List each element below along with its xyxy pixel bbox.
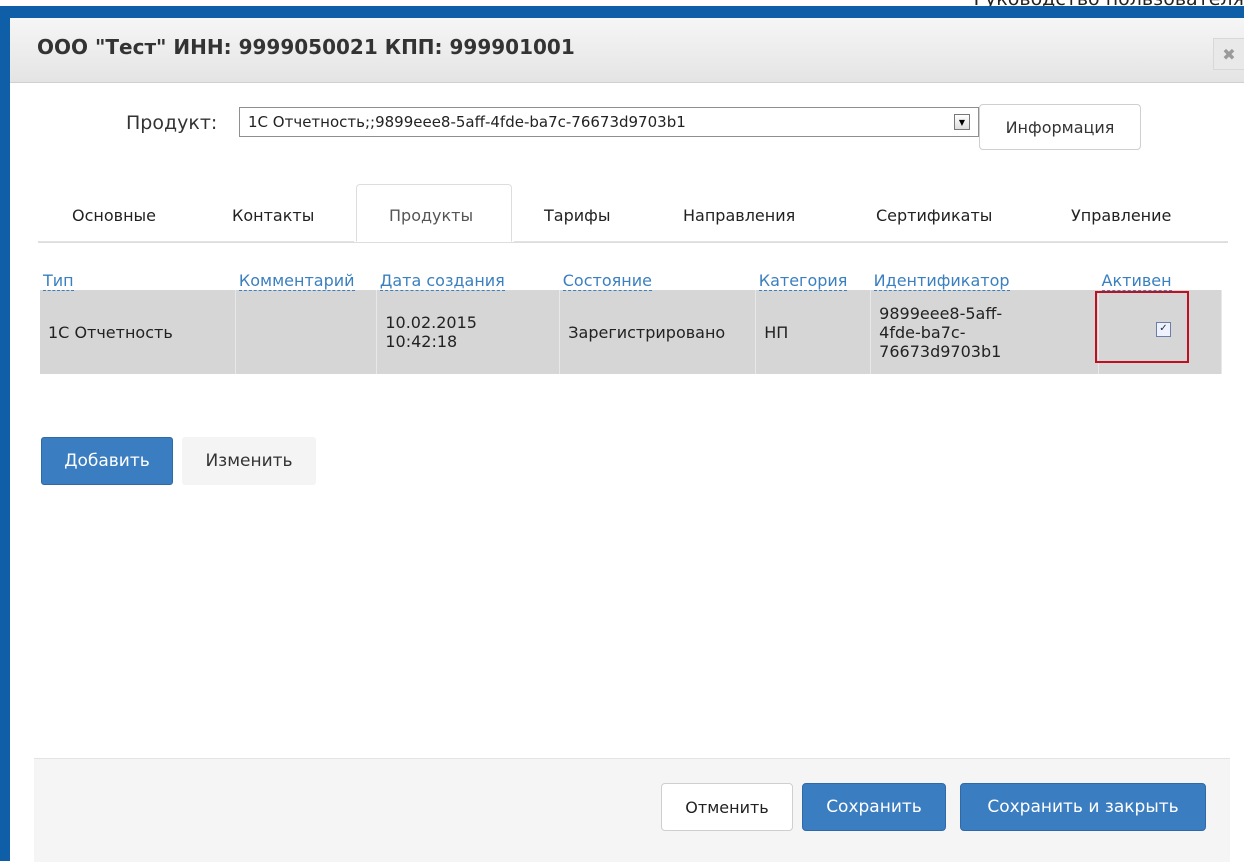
cell-created: 10.02.2015 10:42:18: [376, 290, 561, 374]
save-and-close-button[interactable]: Сохранить и закрыть: [960, 783, 1206, 831]
tab-products-label: Продукты: [389, 206, 474, 225]
tab-products[interactable]: Продукты: [356, 184, 512, 242]
column-header-comment[interactable]: Комментарий: [236, 258, 377, 291]
cancel-button[interactable]: Отменить: [661, 783, 793, 831]
edit-button[interactable]: Изменить: [182, 437, 316, 485]
cell-created-time: 10:42:18: [385, 332, 458, 351]
tab-divider: [38, 241, 354, 242]
active-highlight-box: [1095, 291, 1189, 363]
dialog-footer: Отменить Сохранить Сохранить и закрыть: [34, 758, 1230, 862]
cell-created-date: 10.02.2015: [385, 313, 477, 332]
product-label: Продукт:: [126, 112, 218, 134]
cell-identifier-line: 9899eee8-5aff-: [879, 303, 1003, 323]
dialog-title-bar: ООО "Тест" ИНН: 9999050021 КПП: 99990100…: [10, 18, 1244, 83]
tab-certificates[interactable]: Сертификаты: [876, 206, 992, 225]
dialog: ООО "Тест" ИНН: 9999050021 КПП: 99990100…: [10, 18, 1244, 862]
cell-comment: [235, 290, 378, 374]
cell-type: 1С Отчетность: [40, 290, 237, 374]
product-row: Продукт: 1С Отчетность;;9899eee8-5aff-4f…: [10, 104, 1244, 150]
column-header-type[interactable]: Тип: [40, 258, 236, 291]
save-button[interactable]: Сохранить: [802, 783, 946, 831]
table-header-row: Тип Комментарий Дата создания Состояние …: [40, 258, 1222, 291]
column-header-state[interactable]: Состояние: [560, 258, 756, 291]
info-button[interactable]: Информация: [979, 104, 1141, 150]
cell-identifier-line: 4fde-ba7c-: [879, 322, 966, 342]
tab-main[interactable]: Основные: [72, 206, 156, 225]
cell-identifier: 9899eee8-5aff- 4fde-ba7c- 76673d9703b1: [870, 290, 1100, 374]
column-header-category[interactable]: Категория: [756, 258, 871, 291]
tab-directions[interactable]: Направления: [683, 206, 795, 225]
close-icon[interactable]: ✖: [1213, 38, 1244, 70]
cell-category: НП: [755, 290, 872, 374]
add-button[interactable]: Добавить: [41, 437, 173, 485]
active-checkbox[interactable]: ✓: [1156, 322, 1171, 337]
product-select-value: 1С Отчетность;;9899eee8-5aff-4fde-ba7c-7…: [248, 113, 686, 131]
table-row[interactable]: 1С Отчетность 10.02.2015 10:42:18 Зареги…: [40, 290, 1222, 374]
column-header-identifier[interactable]: Идентификатор: [871, 258, 1099, 291]
tab-bar: Основные Контакты Продукты Тарифы Направ…: [38, 184, 1228, 243]
chevron-down-icon[interactable]: ▼: [954, 114, 970, 130]
tab-contacts[interactable]: Контакты: [232, 206, 314, 225]
product-select[interactable]: 1С Отчетность;;9899eee8-5aff-4fde-ba7c-7…: [239, 107, 979, 137]
tab-tariffs[interactable]: Тарифы: [544, 206, 610, 225]
column-header-created[interactable]: Дата создания: [377, 258, 560, 291]
column-header-active[interactable]: Активен: [1099, 258, 1222, 291]
products-table: Тип Комментарий Дата создания Состояние …: [40, 258, 1222, 374]
dialog-frame: ООО "Тест" ИНН: 9999050021 КПП: 99990100…: [0, 6, 1244, 862]
dialog-title: ООО "Тест" ИНН: 9999050021 КПП: 99990100…: [37, 35, 575, 59]
cell-identifier-line: 76673d9703b1: [879, 341, 1002, 361]
cell-state: Зарегистрировано: [559, 290, 757, 374]
tab-management[interactable]: Управление: [1071, 206, 1171, 225]
tab-divider: [514, 241, 1228, 242]
